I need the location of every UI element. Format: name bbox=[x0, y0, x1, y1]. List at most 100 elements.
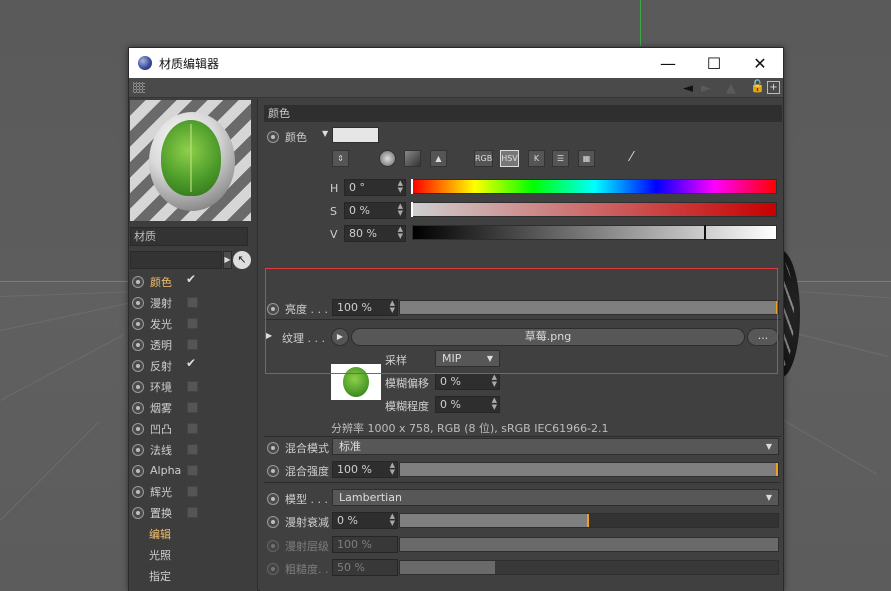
channel-checkbox[interactable] bbox=[187, 297, 198, 308]
channel-checkbox[interactable] bbox=[187, 444, 198, 455]
hsv-mode-button[interactable]: HSV bbox=[500, 150, 519, 167]
close-button[interactable]: ✕ bbox=[737, 48, 783, 78]
channel-checkbox[interactable] bbox=[187, 381, 198, 392]
channel-color[interactable]: 颜色 bbox=[132, 271, 254, 292]
lock-icon[interactable]: 🔓 bbox=[750, 80, 765, 94]
channel-checkbox[interactable] bbox=[187, 423, 198, 434]
radio-icon bbox=[132, 464, 144, 477]
leaf-texture-image bbox=[161, 120, 221, 196]
cinema4d-app-icon bbox=[138, 56, 152, 70]
channel-checkbox[interactable] bbox=[187, 318, 198, 329]
radio-icon bbox=[267, 563, 279, 575]
blend-strength-handle[interactable] bbox=[776, 463, 778, 476]
material-name-field[interactable]: 材质 bbox=[130, 227, 248, 246]
channel-checkbox[interactable] bbox=[187, 486, 198, 497]
swatches-icon[interactable]: ▦ bbox=[578, 150, 595, 167]
channel-reflectance[interactable]: 反射 bbox=[132, 355, 254, 376]
channel-checkbox[interactable] bbox=[187, 465, 198, 476]
color-wheel-icon[interactable] bbox=[379, 150, 396, 167]
mixer-icon[interactable]: ☰ bbox=[552, 150, 569, 167]
blend-strength-field[interactable]: 100 % ▲ ▼ bbox=[332, 461, 398, 478]
channel-diffuse[interactable]: 漫射 bbox=[132, 292, 254, 313]
color-swatch[interactable] bbox=[332, 127, 379, 143]
diffuse-level-value: 100 % bbox=[337, 538, 372, 551]
grip-icon[interactable] bbox=[133, 82, 145, 93]
channel-transparency[interactable]: 透明 bbox=[132, 334, 254, 355]
blur-offset-value: 0 % bbox=[440, 375, 461, 388]
back-arrow-icon[interactable]: ◄ bbox=[683, 81, 693, 96]
color-expand-icon[interactable]: ▼ bbox=[322, 129, 328, 138]
channel-fog[interactable]: 烟雾 bbox=[132, 397, 254, 418]
material-search-field[interactable] bbox=[130, 251, 222, 269]
rgb-mode-button[interactable]: RGB bbox=[474, 150, 493, 167]
search-arrow-button[interactable]: ▶ bbox=[223, 251, 232, 269]
channel-luminance[interactable]: 发光 bbox=[132, 313, 254, 334]
radio-icon bbox=[132, 380, 144, 393]
saturation-handle[interactable] bbox=[411, 202, 413, 217]
channel-glow[interactable]: 辉光 bbox=[132, 481, 254, 502]
channel-checkbox[interactable] bbox=[187, 507, 198, 518]
value-slider[interactable] bbox=[412, 225, 777, 240]
blend-mode-dropdown[interactable]: 标准 ▼ bbox=[332, 438, 779, 455]
tab-illumination[interactable]: 光照 bbox=[149, 547, 171, 563]
channel-normal[interactable]: 法线 bbox=[132, 439, 254, 460]
diffuse-falloff-slider[interactable] bbox=[399, 513, 779, 528]
editor-toolbar: ◄ ► ▲ 🔓 + bbox=[129, 78, 783, 98]
channel-checkbox[interactable] bbox=[187, 339, 198, 350]
radio-icon[interactable] bbox=[267, 131, 279, 143]
new-window-icon[interactable]: + bbox=[767, 81, 780, 94]
eyedropper-icon[interactable]: ⁄ bbox=[623, 150, 640, 167]
radio-icon[interactable] bbox=[267, 516, 279, 528]
channel-checkbox[interactable] bbox=[186, 272, 198, 287]
blend-mode-row: 混合模式 bbox=[267, 440, 329, 456]
diffuse-falloff-handle[interactable] bbox=[587, 514, 589, 527]
channel-displacement[interactable]: 置换 bbox=[132, 502, 254, 523]
value-handle[interactable] bbox=[704, 225, 706, 240]
channel-checkbox[interactable] bbox=[187, 402, 198, 413]
saturation-slider[interactable] bbox=[412, 202, 777, 217]
spectrum-icon[interactable] bbox=[404, 150, 421, 167]
diffuse-level-row: 漫射层级 bbox=[267, 538, 329, 554]
radio-icon[interactable] bbox=[267, 442, 279, 454]
diffuse-falloff-fill bbox=[400, 514, 589, 527]
channel-label: 发光 bbox=[150, 317, 172, 331]
v-label: V bbox=[330, 228, 338, 241]
channel-bump[interactable]: 凹凸 bbox=[132, 418, 254, 439]
channel-alpha[interactable]: Alpha bbox=[132, 460, 254, 481]
v-value-field[interactable]: 80 % ▲ ▼ bbox=[344, 225, 406, 242]
blend-strength-slider[interactable] bbox=[399, 462, 779, 477]
blur-degree-field[interactable]: 0 % ▲ ▼ bbox=[435, 396, 500, 413]
s-value-field[interactable]: 0 % ▲ ▼ bbox=[344, 202, 406, 219]
model-value: Lambertian bbox=[339, 491, 402, 504]
blend-strength-row: 混合强度 bbox=[267, 463, 329, 479]
radio-icon[interactable] bbox=[267, 465, 279, 477]
diffuse-level-slider bbox=[399, 537, 779, 552]
hue-handle[interactable] bbox=[411, 179, 413, 194]
pick-cursor-icon[interactable]: ↖ bbox=[233, 251, 251, 269]
title-bar: 材质编辑器 — ☐ ✕ bbox=[129, 48, 783, 78]
tab-edit[interactable]: 编辑 bbox=[149, 526, 171, 542]
roughness-row: 粗糙度. . bbox=[267, 561, 329, 577]
maximize-button[interactable]: ☐ bbox=[691, 48, 737, 78]
model-dropdown[interactable]: Lambertian ▼ bbox=[332, 489, 779, 506]
kelvin-mode-button[interactable]: K bbox=[528, 150, 545, 167]
section-title-color: 颜色 bbox=[264, 105, 782, 122]
minimize-button[interactable]: — bbox=[645, 48, 691, 78]
up-arrow-icon[interactable]: ▲ bbox=[726, 81, 736, 96]
radio-icon[interactable] bbox=[267, 493, 279, 505]
hue-slider[interactable] bbox=[412, 179, 777, 194]
h-value-field[interactable]: 0 ° ▲ ▼ bbox=[344, 179, 406, 196]
channel-sidebar: 材质 ▶ ↖ 颜色 漫射 发光 透明 反射 bbox=[129, 99, 258, 591]
blur-offset-field[interactable]: 0 % ▲ ▼ bbox=[435, 373, 500, 390]
diffuse-level-fill bbox=[400, 538, 778, 551]
image-icon[interactable]: ▲ bbox=[430, 150, 447, 167]
diffuse-falloff-field[interactable]: 0 % ▲ ▼ bbox=[332, 512, 398, 529]
forward-arrow-icon[interactable]: ► bbox=[701, 81, 711, 96]
tab-assign[interactable]: 指定 bbox=[149, 568, 171, 584]
channel-environment[interactable]: 环境 bbox=[132, 376, 254, 397]
channel-checkbox[interactable] bbox=[186, 356, 198, 371]
chevron-down-icon: ▼ bbox=[765, 442, 772, 451]
color-picker-mode-icon[interactable]: ⇕ bbox=[332, 150, 349, 167]
divider bbox=[264, 436, 781, 437]
material-preview[interactable] bbox=[130, 100, 251, 221]
